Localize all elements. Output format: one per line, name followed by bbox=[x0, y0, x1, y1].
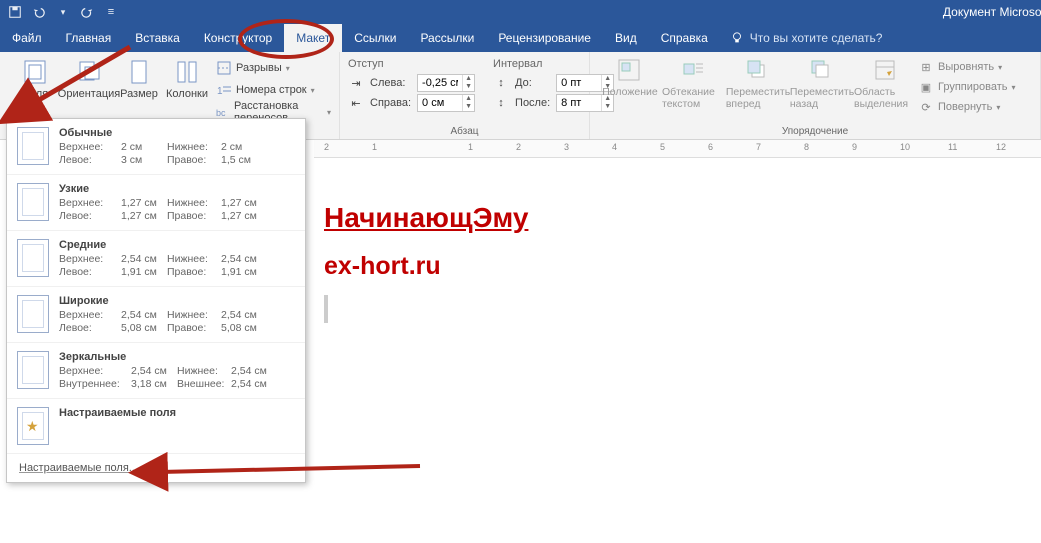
wrap-icon bbox=[681, 58, 707, 84]
tab-help[interactable]: Справка bbox=[649, 24, 720, 52]
svg-text:1: 1 bbox=[217, 86, 223, 97]
tab-review[interactable]: Рецензирование bbox=[486, 24, 603, 52]
document-page[interactable]: НачинающЭму ex-hort.ru bbox=[314, 162, 1041, 543]
tell-me-placeholder: Что вы хотите сделать? bbox=[750, 31, 883, 45]
margins-thumb-icon bbox=[17, 295, 49, 333]
bring-forward-button[interactable]: Переместить вперед bbox=[726, 56, 790, 116]
spacing-after-icon: ↕ bbox=[493, 95, 509, 111]
breaks-icon bbox=[216, 60, 232, 76]
indent-left-input[interactable]: ▲▼ bbox=[417, 74, 475, 92]
forward-icon bbox=[745, 58, 771, 84]
rotate-icon: ⟳ bbox=[918, 99, 934, 115]
wrap-text-button[interactable]: Обтекание текстом bbox=[662, 56, 726, 116]
margins-thumb-icon bbox=[17, 183, 49, 221]
save-icon[interactable] bbox=[8, 5, 22, 19]
horizontal-ruler[interactable]: 2 1 1 2 3 4 5 6 7 8 9 10 11 12 13 bbox=[314, 140, 1041, 158]
indent-right-input[interactable]: ▲▼ bbox=[417, 94, 475, 112]
tab-mailings[interactable]: Рассылки bbox=[408, 24, 486, 52]
line-numbers-button[interactable]: 1 Номера строк▾ bbox=[216, 80, 331, 100]
tab-references[interactable]: Ссылки bbox=[342, 24, 408, 52]
document-subheading: ex-hort.ru bbox=[324, 252, 1041, 281]
align-icon: ⊞ bbox=[918, 59, 934, 75]
columns-icon bbox=[173, 58, 201, 86]
margins-option-moderate[interactable]: Средние Верхнее:2,54 см Нижнее:2,54 см Л… bbox=[7, 231, 305, 287]
group-icon: ▣ bbox=[918, 79, 934, 95]
margins-dropdown: Обычные Верхнее:2 см Нижнее:2 см Левое:3… bbox=[6, 118, 306, 483]
tab-design[interactable]: Конструктор bbox=[192, 24, 284, 52]
position-button[interactable]: Положение bbox=[598, 56, 662, 116]
ribbon-tabs: Файл Главная Вставка Конструктор Макет С… bbox=[0, 24, 1041, 52]
margins-button[interactable]: Поля▾ bbox=[8, 56, 62, 122]
app-title: Документ Microsoft Word - Word bbox=[943, 5, 1041, 19]
text-cursor bbox=[324, 295, 328, 323]
position-icon bbox=[617, 58, 643, 84]
tell-me-search[interactable]: Что вы хотите сделать? bbox=[720, 24, 893, 52]
tab-view[interactable]: Вид bbox=[603, 24, 649, 52]
columns-button[interactable]: Колонки bbox=[162, 56, 212, 122]
breaks-button[interactable]: Разрывы▾ bbox=[216, 58, 331, 78]
selection-pane-button[interactable]: Область выделения bbox=[854, 56, 918, 116]
orientation-icon bbox=[75, 58, 103, 86]
margins-thumb-icon bbox=[17, 239, 49, 277]
indent-right-icon: ⇤ bbox=[348, 95, 364, 111]
group-label-arrange: Упорядочение bbox=[598, 124, 1032, 137]
margins-option-mirrored[interactable]: Зеркальные Верхнее:2,54 см Нижнее:2,54 с… bbox=[7, 343, 305, 399]
backward-icon bbox=[809, 58, 835, 84]
tab-home[interactable]: Главная bbox=[54, 24, 124, 52]
qat-dropdown-icon[interactable]: ▾ bbox=[56, 5, 70, 19]
margins-thumb-icon bbox=[17, 351, 49, 389]
size-button[interactable]: Размер bbox=[116, 56, 162, 122]
group-label-paragraph: Абзац bbox=[348, 124, 581, 137]
margins-thumb-star-icon bbox=[17, 407, 49, 445]
orientation-button[interactable]: Ориентация bbox=[62, 56, 116, 122]
rotate-button[interactable]: ⟳Повернуть▾ bbox=[918, 98, 1016, 116]
undo-icon[interactable] bbox=[32, 5, 46, 19]
qat-customize-icon[interactable]: ≡ bbox=[104, 5, 118, 19]
margins-custom-link[interactable]: Настраиваемые поля... bbox=[7, 454, 305, 482]
group-arrange: Положение Обтекание текстом Переместить … bbox=[590, 52, 1041, 139]
group-paragraph: Отступ ⇥ Слева: ▲▼ ⇤ Справа: ▲▼ Интервал… bbox=[340, 52, 590, 139]
margins-option-narrow[interactable]: Узкие Верхнее:1,27 см Нижнее:1,27 см Лев… bbox=[7, 175, 305, 231]
margins-thumb-icon bbox=[17, 127, 49, 165]
margins-option-custom-preview[interactable]: Настраиваемые поля bbox=[7, 399, 305, 454]
title-bar: ▾ ≡ Документ Microsoft Word - Word bbox=[0, 0, 1041, 24]
spacing-before-icon: ↕ bbox=[493, 75, 509, 91]
indent-left-icon: ⇥ bbox=[348, 75, 364, 91]
indent-heading: Отступ bbox=[348, 58, 475, 70]
quick-access-toolbar: ▾ ≡ bbox=[0, 5, 118, 19]
margins-option-normal[interactable]: Обычные Верхнее:2 см Нижнее:2 см Левое:3… bbox=[7, 119, 305, 175]
tab-insert[interactable]: Вставка bbox=[123, 24, 192, 52]
redo-icon[interactable] bbox=[80, 5, 94, 19]
margins-option-wide[interactable]: Широкие Верхнее:2,54 см Нижнее:2,54 см Л… bbox=[7, 287, 305, 343]
line-numbers-icon: 1 bbox=[216, 82, 232, 98]
lightbulb-icon bbox=[730, 31, 744, 45]
svg-text:bc: bc bbox=[216, 108, 226, 118]
document-heading: НачинающЭму bbox=[324, 202, 1041, 234]
tab-file[interactable]: Файл bbox=[0, 24, 54, 52]
margins-icon bbox=[21, 58, 49, 86]
align-button[interactable]: ⊞Выровнять▾ bbox=[918, 58, 1016, 76]
tab-layout[interactable]: Макет bbox=[284, 24, 342, 52]
send-backward-button[interactable]: Переместить назад bbox=[790, 56, 854, 116]
size-icon bbox=[125, 58, 153, 86]
selection-pane-icon bbox=[873, 58, 899, 84]
group-button[interactable]: ▣Группировать▾ bbox=[918, 78, 1016, 96]
